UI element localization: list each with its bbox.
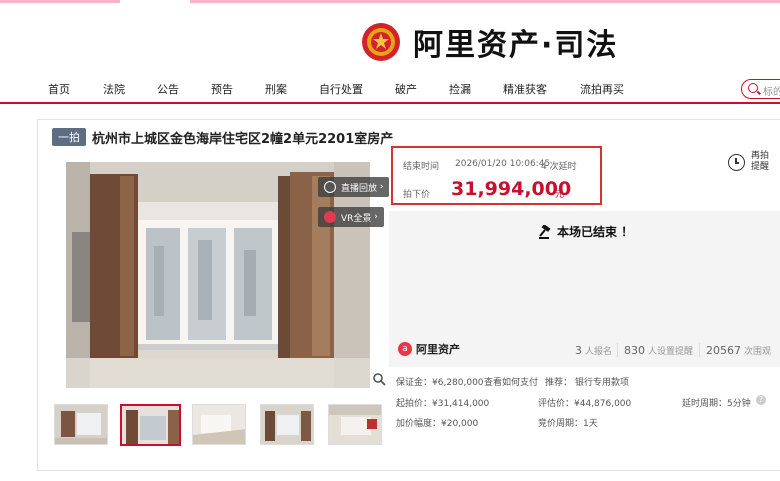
auction-result-box: 结束时间 2026/01/20 10:06:45 4 次延时 拍下价 31,99… — [391, 146, 602, 205]
platform-logo: a 阿里资产 — [398, 341, 460, 357]
alarm-clock-icon — [728, 154, 745, 171]
delay-period: 延时周期：5分钟 — [682, 399, 751, 409]
vr-tour-button[interactable]: VR全景 › — [318, 207, 384, 227]
end-time-label: 结束时间 — [403, 162, 440, 172]
nav-item-court[interactable]: 法院 — [103, 81, 125, 97]
nav-item-preview[interactable]: 预告 — [211, 81, 233, 97]
signup-count: 3 人报名 — [575, 344, 612, 357]
platform-name: 阿里资产 — [416, 343, 460, 356]
signup-number: 3 — [575, 344, 582, 357]
thumbnail-selected[interactable] — [120, 404, 181, 446]
relist-remind-button[interactable]: 再拍 提醒 — [728, 151, 776, 177]
bank-payment-link[interactable]: 银行专用款项 — [575, 375, 629, 388]
live-replay-label: 直播回放 — [341, 183, 378, 194]
price-unit: 元 — [555, 190, 565, 200]
thumbnail[interactable] — [328, 404, 382, 445]
live-replay-button[interactable]: 直播回放 › — [318, 177, 390, 197]
thumbnail-strip — [54, 404, 384, 446]
thumbnail[interactable] — [192, 404, 246, 445]
end-time-value: 2026/01/20 10:06:45 — [455, 159, 551, 169]
nav-item-relist[interactable]: 流拍再买 — [580, 81, 624, 97]
main-nav: 首页 法院 公告 预告 刑案 自行处置 破产 捡漏 精准获客 流拍再买 — [0, 74, 780, 104]
video-icon — [324, 181, 336, 193]
nav-item-home[interactable]: 首页 — [48, 81, 70, 97]
signup-label: 人报名 — [585, 347, 613, 357]
view-number: 20567 — [706, 344, 741, 357]
nav-item-criminal[interactable]: 刑案 — [265, 81, 287, 97]
bid-increment: 加价幅度：¥20,000 — [396, 419, 479, 429]
top-accent-strip — [0, 0, 780, 3]
zoom-icon[interactable] — [373, 373, 386, 386]
thumbnail[interactable] — [54, 404, 108, 445]
vr-tour-label: VR全景 — [341, 213, 372, 224]
how-to-pay-link[interactable]: 查看如何支付 — [484, 375, 538, 388]
nav-item-precise-leads[interactable]: 精准获客 — [503, 81, 547, 97]
site-logo[interactable]: 阿里资产·司法 — [361, 20, 618, 64]
delay-count: 4 次延时 — [541, 162, 577, 172]
assessed-price: 评估价：¥44,876,000 — [538, 399, 632, 409]
help-icon[interactable]: ? — [756, 395, 766, 405]
nav-item-self-disposal[interactable]: 自行处置 — [319, 81, 363, 97]
divider — [699, 343, 700, 357]
remind-line-2: 提醒 — [751, 162, 770, 172]
auction-period: 竞价周期：1天 — [538, 419, 598, 429]
gavel-icon — [539, 224, 551, 239]
item-title: 杭州市上城区金色海岸住宅区2幢2单元2201室房产 — [92, 131, 394, 147]
start-price: 起拍价：¥31,414,000 — [396, 399, 490, 409]
thumbnail[interactable] — [260, 404, 314, 445]
final-price-label: 拍下价 — [403, 190, 431, 200]
court-emblem-icon — [362, 23, 400, 61]
brand-title: 阿里资产·司法 — [413, 28, 619, 63]
search-icon — [748, 83, 758, 93]
auction-ended-notice: 本场已结束 ！ — [538, 223, 633, 240]
round-badge: 一拍 — [52, 128, 86, 146]
remind-line-1: 再拍 — [751, 151, 770, 161]
final-price-value: 31,994,000 — [451, 178, 572, 200]
deposit-text: 保证金：¥6,280,000 — [396, 378, 484, 388]
vr-icon — [324, 211, 336, 223]
reminder-label: 人设置提醒 — [648, 347, 694, 357]
nav-item-bankruptcy[interactable]: 破产 — [395, 81, 417, 97]
reminder-count: 830 人设置提醒 — [624, 344, 693, 357]
recommend-label: 推荐： — [545, 378, 573, 388]
view-label: 次围观 — [744, 347, 772, 357]
divider — [617, 343, 618, 357]
search-input[interactable]: 标的 — [741, 79, 780, 99]
search-placeholder: 标的 — [763, 87, 780, 98]
item-title-bar: 一拍 杭州市上城区金色海岸住宅区2幢2单元2201室房产 — [52, 128, 394, 147]
reminder-number: 830 — [624, 344, 645, 357]
nav-item-bargain[interactable]: 捡漏 — [449, 81, 471, 97]
ended-text: 本场已结束 ！ — [557, 225, 634, 239]
ali-logo-icon: a — [398, 342, 412, 356]
nav-item-notice[interactable]: 公告 — [157, 81, 179, 97]
view-count: 20567 次围观 — [706, 344, 771, 357]
